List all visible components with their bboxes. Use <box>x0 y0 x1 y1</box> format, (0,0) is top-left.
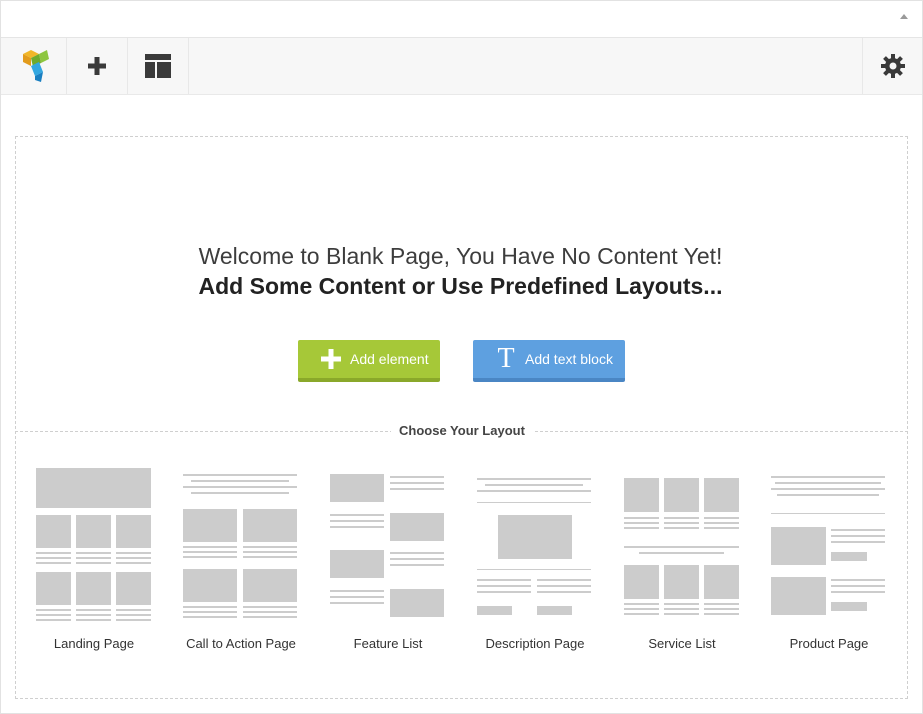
logo-button[interactable] <box>6 38 67 94</box>
landing-page-thumbnail <box>36 468 151 621</box>
layout-templates-icon <box>145 54 171 78</box>
layout-landing-page-label[interactable]: Landing Page <box>24 636 164 651</box>
add-element-label: Add element <box>350 351 429 367</box>
choose-layout-heading: Choose Your Layout <box>391 423 533 438</box>
visual-composer-logo-icon <box>23 50 49 82</box>
add-text-block-button[interactable]: T Add text block <box>473 340 625 382</box>
editor-toolbar <box>1 38 922 95</box>
layout-product-page-label[interactable]: Product Page <box>759 636 899 651</box>
layout-call-to-action-page[interactable] <box>183 466 301 626</box>
product-page-thumbnail <box>771 476 885 615</box>
layout-service-list[interactable] <box>624 466 742 626</box>
call-to-action-thumbnail <box>183 474 297 618</box>
welcome-subtitle: Add Some Content or Use Predefined Layou… <box>198 273 723 299</box>
service-list-thumbnail <box>624 478 739 615</box>
layout-description-page[interactable] <box>477 466 595 626</box>
add-text-block-label: Add text block <box>525 351 613 367</box>
layout-call-to-action-label[interactable]: Call to Action Page <box>171 636 311 651</box>
templates-button[interactable] <box>128 38 189 94</box>
layout-feature-list-label[interactable]: Feature List <box>318 636 458 651</box>
layout-service-list-label[interactable]: Service List <box>612 636 752 651</box>
settings-button[interactable] <box>862 38 923 94</box>
collapse-arrow-icon[interactable] <box>900 14 908 19</box>
layout-description-page-label[interactable]: Description Page <box>465 636 605 651</box>
layout-landing-page[interactable] <box>36 466 154 626</box>
gear-icon <box>881 54 905 78</box>
plus-icon <box>316 349 346 369</box>
add-element-toolbar-button[interactable] <box>67 38 128 94</box>
layout-product-page[interactable] <box>771 466 889 626</box>
welcome-message: Welcome to Blank Page, You Have No Conte… <box>198 243 723 269</box>
panel-header <box>1 1 922 38</box>
layout-feature-list[interactable] <box>330 466 448 626</box>
text-block-icon: T <box>497 343 515 374</box>
description-page-thumbnail <box>477 478 591 615</box>
plus-icon <box>88 57 106 75</box>
add-element-button[interactable]: Add element <box>298 340 440 382</box>
feature-list-thumbnail <box>330 474 444 617</box>
